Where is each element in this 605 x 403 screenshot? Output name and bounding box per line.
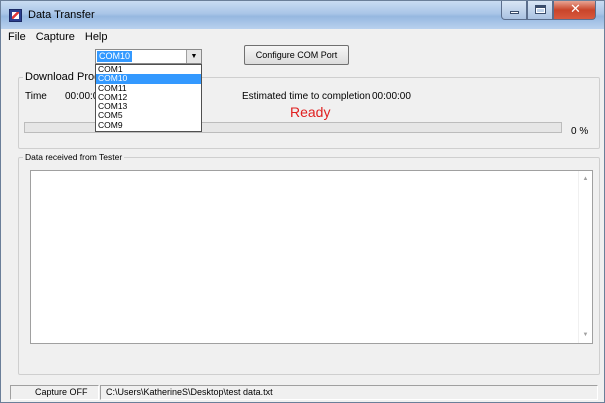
- com-port-option[interactable]: COM11: [96, 84, 201, 93]
- title-bar[interactable]: Data Transfer ✕: [1, 1, 604, 29]
- eta-label: Estimated time to completion: [242, 91, 371, 102]
- vertical-scrollbar[interactable]: ▲ ▼: [578, 171, 592, 343]
- data-received-title: Data received from Tester: [23, 152, 125, 162]
- capture-file-path: C:\Users\KatherineS\Desktop\test data.tx…: [100, 385, 598, 400]
- minimize-icon: [510, 11, 519, 14]
- time-label: Time: [25, 91, 47, 102]
- menu-bar: File Capture Help: [2, 29, 603, 45]
- com-port-option[interactable]: COM9: [96, 121, 201, 130]
- app-window: Data Transfer ✕ File Capture Help COM10 …: [0, 0, 605, 403]
- status-ready-text: Ready: [290, 104, 331, 120]
- com-port-select[interactable]: COM10 ▼: [95, 49, 202, 64]
- com-port-option[interactable]: COM5: [96, 111, 201, 120]
- com-port-selected-value: COM10: [97, 51, 133, 62]
- data-received-textarea[interactable]: ▲ ▼: [30, 170, 593, 344]
- menu-help[interactable]: Help: [85, 29, 108, 45]
- menu-file[interactable]: File: [8, 29, 26, 45]
- com-port-option[interactable]: COM12: [96, 93, 201, 102]
- caption-buttons: ✕: [501, 1, 596, 20]
- app-icon: [9, 9, 22, 22]
- eta-value: 00:00:00: [372, 91, 411, 102]
- menu-capture[interactable]: Capture: [36, 29, 75, 45]
- scroll-down-icon[interactable]: ▼: [579, 329, 592, 341]
- maximize-icon: [535, 5, 546, 14]
- com-port-dropdown-list[interactable]: COM1 COM10 COM11 COM12 COM13 COM5 COM9: [95, 64, 202, 132]
- close-icon: ✕: [570, 2, 581, 17]
- chevron-down-icon[interactable]: ▼: [186, 50, 201, 63]
- progress-percent: 0 %: [571, 126, 589, 137]
- status-bar: Capture OFF C:\Users\KatherineS\Desktop\…: [2, 383, 603, 402]
- scroll-up-icon[interactable]: ▲: [579, 173, 592, 185]
- maximize-button[interactable]: [527, 1, 553, 20]
- close-button[interactable]: ✕: [553, 1, 596, 20]
- capture-status: Capture OFF: [10, 385, 99, 400]
- com-port-option[interactable]: COM13: [96, 102, 201, 111]
- configure-com-port-button[interactable]: Configure COM Port: [244, 45, 349, 65]
- window-title: Data Transfer: [28, 9, 95, 21]
- com-port-option[interactable]: COM10: [96, 74, 201, 84]
- minimize-button[interactable]: [501, 1, 527, 20]
- com-port-option[interactable]: COM1: [96, 65, 201, 74]
